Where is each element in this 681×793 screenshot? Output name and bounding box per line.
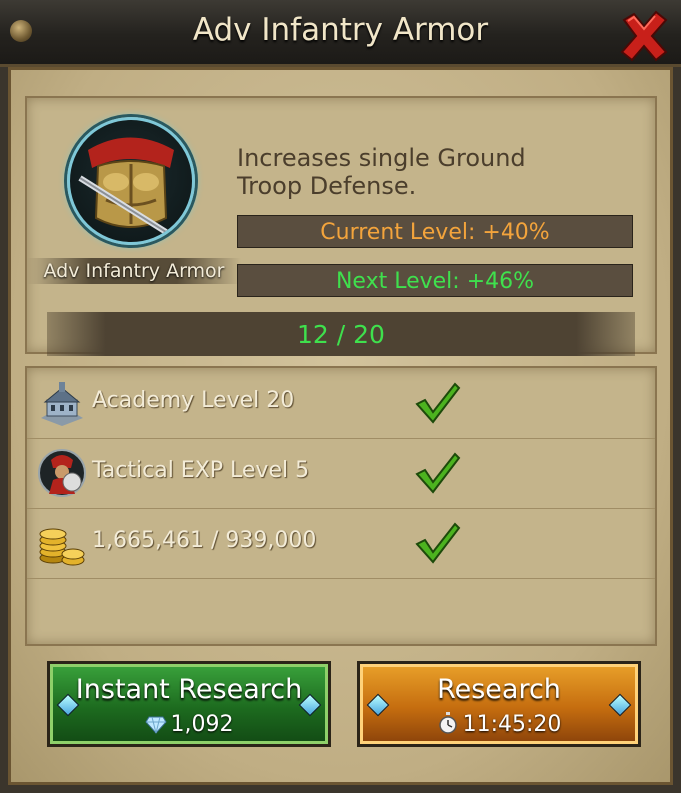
academy-icon: [41, 382, 83, 426]
dialog-title: Adv Infantry Armor: [192, 12, 489, 48]
item-description: Increases single Ground Troop Defense.: [237, 144, 567, 200]
current-level-bar: Current Level: +40%: [237, 215, 633, 248]
level-progress-text: 12 / 20: [297, 320, 385, 349]
requirements-panel: Academy Level 20 Tactical EXP Level 5 1,…: [25, 366, 657, 646]
gem-cost: 1,092: [170, 712, 234, 737]
infantry-armor-icon: [67, 117, 195, 245]
item-name-label: Adv Infantry Armor: [27, 258, 241, 284]
research-dialog: Adv Infantry Armor Adv Infantry Armor In…: [0, 0, 681, 793]
next-level-bar: Next Level: +46%: [237, 264, 633, 297]
requirement-row: Academy Level 20: [27, 368, 655, 439]
description-line: Troop Defense.: [237, 172, 417, 200]
dialog-body: Adv Infantry Armor Increases single Grou…: [8, 67, 673, 785]
gold-coins-icon: [39, 528, 85, 566]
title-bar: Adv Infantry Armor: [0, 0, 681, 67]
requirement-label: Academy Level 20: [92, 388, 295, 413]
close-icon[interactable]: [618, 10, 670, 62]
research-button[interactable]: Research 11:45:20: [357, 661, 641, 747]
tactical-exp-icon: [38, 449, 86, 497]
info-panel: Adv Infantry Armor Increases single Grou…: [25, 96, 657, 356]
research-duration: 11:45:20: [462, 712, 562, 737]
requirement-row: 1,665,461 / 939,000: [27, 508, 655, 579]
instant-research-button[interactable]: Instant Research 1,092: [47, 661, 331, 747]
stopwatch-icon: [438, 712, 457, 734]
requirement-label: 1,665,461 / 939,000: [92, 528, 317, 553]
checkmark-icon: [415, 382, 461, 424]
diamond-icon: [144, 716, 167, 734]
research-label: Research: [437, 674, 561, 705]
description-line: Increases single Ground: [237, 144, 526, 172]
requirement-label: Tactical EXP Level 5: [92, 458, 310, 483]
instant-research-cost: 1,092: [50, 712, 328, 737]
checkmark-icon: [415, 452, 461, 494]
level-progress-bar: 12 / 20: [47, 312, 635, 356]
research-time: 11:45:20: [360, 712, 638, 737]
instant-research-label: Instant Research: [75, 674, 303, 705]
requirement-row: Tactical EXP Level 5: [27, 438, 655, 509]
checkmark-icon: [415, 522, 461, 564]
